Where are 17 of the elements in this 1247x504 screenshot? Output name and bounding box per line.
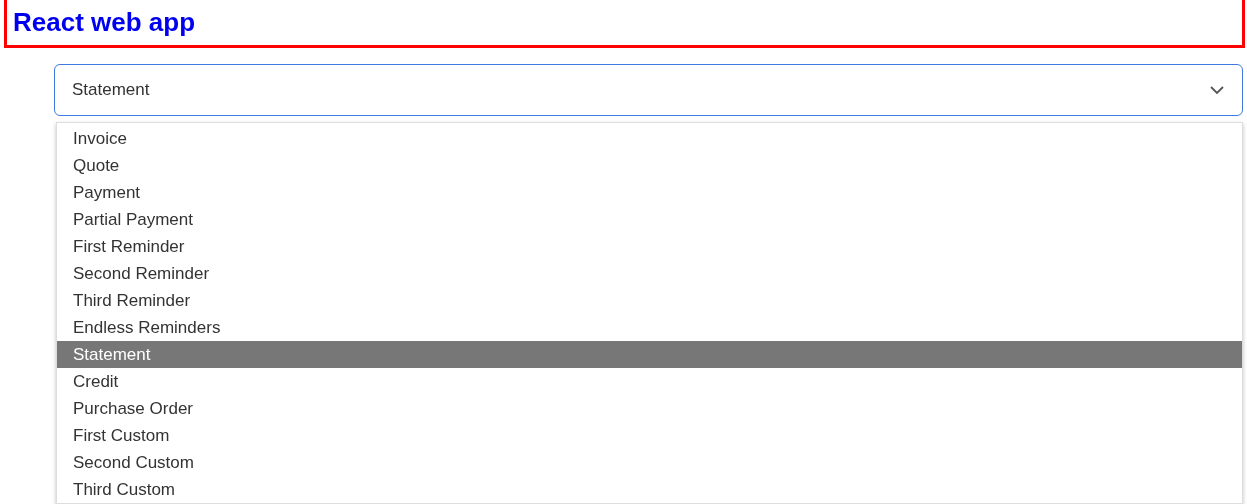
dropdown-option[interactable]: First Custom: [57, 422, 1242, 449]
dropdown-option[interactable]: Credit: [57, 368, 1242, 395]
dropdown-option[interactable]: Invoice: [57, 125, 1242, 152]
dropdown-option[interactable]: Quote: [57, 152, 1242, 179]
dropdown-option[interactable]: Purchase Order: [57, 395, 1242, 422]
dropdown-option[interactable]: Partial Payment: [57, 206, 1242, 233]
chevron-down-icon: [1210, 85, 1224, 95]
dropdown-option[interactable]: Third Reminder: [57, 287, 1242, 314]
dropdown-option[interactable]: First Reminder: [57, 233, 1242, 260]
dropdown-option[interactable]: Endless Reminders: [57, 314, 1242, 341]
dropdown-option[interactable]: Third Custom: [57, 476, 1242, 503]
dropdown-option[interactable]: Second Custom: [57, 449, 1242, 476]
dropdown-option[interactable]: Second Reminder: [57, 260, 1242, 287]
document-type-select[interactable]: Statement: [54, 64, 1243, 116]
dropdown-option[interactable]: Statement: [57, 341, 1242, 368]
app-title: React web app: [13, 7, 196, 38]
dropdown-option[interactable]: Payment: [57, 179, 1242, 206]
